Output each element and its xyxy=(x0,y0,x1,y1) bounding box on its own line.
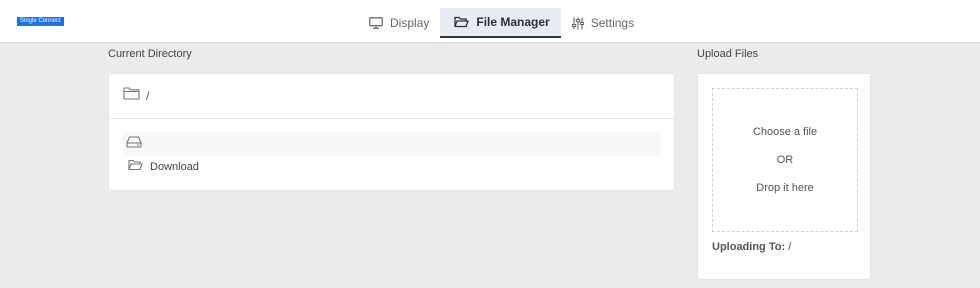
current-path: / xyxy=(146,89,150,103)
app-logo[interactable]: Single Connect xyxy=(17,17,64,26)
tab-display-label: Display xyxy=(390,16,430,30)
tab-settings-label: Settings xyxy=(590,16,635,30)
monitor-icon xyxy=(369,17,383,29)
tab-settings[interactable]: Settings xyxy=(561,8,645,38)
drop-here-text: Drop it here xyxy=(756,182,814,194)
file-dropzone[interactable]: Choose a file OR Drop it here xyxy=(712,88,858,232)
uploading-to-label: Uploading To: xyxy=(712,241,786,253)
current-directory-title: Current Directory xyxy=(108,48,192,60)
folder-open-icon xyxy=(454,16,470,28)
folder-icon xyxy=(123,87,140,105)
sliders-icon xyxy=(571,17,584,30)
top-navbar: Single Connect Display File Manager Sett… xyxy=(0,0,980,43)
folder-icon xyxy=(128,158,143,176)
tab-display[interactable]: Display xyxy=(358,8,440,38)
current-path-bar: / xyxy=(109,74,674,119)
directory-panel: / Download xyxy=(108,73,675,191)
upload-files-title: Upload Files xyxy=(697,48,759,60)
upload-panel: Choose a file OR Drop it here Uploading … xyxy=(697,73,871,280)
tab-file-manager[interactable]: File Manager xyxy=(440,8,561,38)
tab-file-manager-label: File Manager xyxy=(476,15,550,29)
or-text: OR xyxy=(776,154,794,166)
list-item-download[interactable]: Download xyxy=(123,158,661,176)
hard-drive-icon xyxy=(126,135,142,153)
folder-label: Download xyxy=(150,161,199,173)
uploading-to: Uploading To: / xyxy=(712,241,791,253)
choose-file-text[interactable]: Choose a file xyxy=(753,118,817,146)
uploading-to-path: / xyxy=(788,241,792,253)
list-item-drive[interactable] xyxy=(123,132,661,156)
main-tabs: Display File Manager Settings xyxy=(358,8,645,38)
